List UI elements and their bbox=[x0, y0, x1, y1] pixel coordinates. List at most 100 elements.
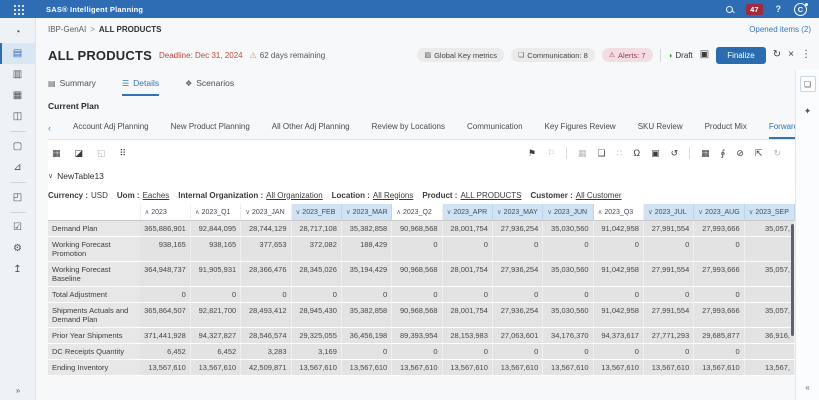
cell[interactable]: 27,991,554 bbox=[643, 303, 693, 328]
cell[interactable]: 91,042,958 bbox=[593, 221, 643, 237]
export-icon[interactable]: ⇱ bbox=[755, 149, 763, 158]
cell[interactable]: 0 bbox=[140, 287, 190, 303]
notification-badge[interactable]: 47 bbox=[746, 4, 762, 15]
cell[interactable]: 938,165 bbox=[140, 237, 190, 262]
save-icon[interactable]: ▣ bbox=[651, 149, 660, 158]
cell[interactable]: 13,567,610 bbox=[593, 360, 643, 376]
cell[interactable]: 0 bbox=[241, 287, 291, 303]
sidebar-item-document-icon[interactable]: ▥ bbox=[0, 64, 36, 85]
cell[interactable]: 0 bbox=[392, 237, 442, 262]
tag-outline-icon[interactable]: ⚐ bbox=[547, 149, 555, 158]
cell[interactable]: 188,429 bbox=[341, 237, 391, 262]
cell[interactable]: 377,653 bbox=[241, 237, 291, 262]
image-icon[interactable]: ◪ bbox=[75, 149, 84, 158]
cell[interactable]: 27,936,254 bbox=[492, 221, 542, 237]
cell[interactable]: 0 bbox=[341, 287, 391, 303]
clear-icon[interactable]: ⊘ bbox=[736, 149, 744, 158]
cell[interactable]: 0 bbox=[442, 237, 492, 262]
cell[interactable]: 36,916, bbox=[744, 328, 794, 344]
cell[interactable]: 13,567,610 bbox=[341, 360, 391, 376]
cell[interactable]: 365,864,507 bbox=[140, 303, 190, 328]
cell[interactable]: 29,685,877 bbox=[694, 328, 744, 344]
refresh-icon[interactable]: ↻ bbox=[773, 149, 781, 158]
subtab-communication[interactable]: Communication bbox=[467, 122, 523, 139]
filter-value-all-organization[interactable]: All Organization bbox=[266, 191, 322, 200]
cell[interactable]: 35,382,858 bbox=[341, 221, 391, 237]
cell[interactable]: 0 bbox=[593, 287, 643, 303]
cell[interactable]: 6,452 bbox=[140, 344, 190, 360]
sidebar-item-sheet-icon[interactable]: ▦ bbox=[0, 85, 36, 106]
cell[interactable]: 365,886,901 bbox=[140, 221, 190, 237]
cell[interactable]: 27,936,254 bbox=[492, 303, 542, 328]
filter-value-all-regions[interactable]: All Regions bbox=[373, 191, 413, 200]
draft-status[interactable]: ◑ Draft bbox=[668, 51, 693, 60]
cell[interactable]: 90,968,568 bbox=[392, 221, 442, 237]
sidebar-item-table-gear-icon[interactable]: ⚙ bbox=[0, 238, 36, 259]
cell[interactable]: 6,452 bbox=[190, 344, 240, 360]
cell[interactable]: 91,042,958 bbox=[593, 303, 643, 328]
col-header-2023[interactable]: ∧2023 bbox=[140, 204, 190, 221]
cell[interactable] bbox=[744, 237, 794, 262]
cell[interactable]: 0 bbox=[543, 237, 593, 262]
cell[interactable]: 3,169 bbox=[291, 344, 341, 360]
cell[interactable]: 0 bbox=[543, 287, 593, 303]
expand-sidebar-button[interactable]: » bbox=[0, 386, 36, 395]
help-button[interactable]: ? bbox=[776, 4, 782, 14]
cell[interactable]: 27,936,254 bbox=[492, 262, 542, 287]
cell[interactable]: 35,057, bbox=[744, 262, 794, 287]
data-table-icon[interactable]: ▦ bbox=[701, 149, 710, 158]
cell[interactable]: 28,717,108 bbox=[291, 221, 341, 237]
sidebar-item-chart-icon[interactable]: ⊿ bbox=[0, 157, 36, 178]
cell[interactable]: 35,030,560 bbox=[543, 262, 593, 287]
cell[interactable]: 0 bbox=[694, 344, 744, 360]
tag-filled-icon[interactable]: ⚑ bbox=[528, 149, 536, 158]
cell[interactable]: 13,567,610 bbox=[442, 360, 492, 376]
cell[interactable]: 0 bbox=[593, 344, 643, 360]
filter-value-all-customer[interactable]: All Customer bbox=[576, 191, 622, 200]
cell[interactable]: 27,063,601 bbox=[492, 328, 542, 344]
cell[interactable] bbox=[744, 344, 794, 360]
cell[interactable]: 90,968,568 bbox=[392, 262, 442, 287]
tab-summary[interactable]: ▤Summary bbox=[48, 78, 96, 96]
subtab-review-by-locations[interactable]: Review by Locations bbox=[372, 122, 445, 139]
search-icon[interactable] bbox=[726, 6, 733, 13]
cell[interactable]: 94,373,617 bbox=[593, 328, 643, 344]
undo-icon[interactable]: ↺ bbox=[671, 149, 679, 158]
cell[interactable]: 27,771,293 bbox=[643, 328, 693, 344]
apps-menu-button[interactable] bbox=[0, 4, 36, 15]
calendar-table-icon[interactable]: ▦ bbox=[578, 149, 587, 158]
ai-assistant-icon[interactable]: ✦ bbox=[804, 106, 812, 117]
cell[interactable]: 27,991,554 bbox=[643, 221, 693, 237]
col-header-2023_Q2[interactable]: ∧2023_Q2 bbox=[392, 204, 442, 221]
collapse-table-icon[interactable]: ∨ bbox=[48, 172, 53, 180]
cell[interactable]: 0 bbox=[392, 287, 442, 303]
cell[interactable] bbox=[744, 287, 794, 303]
avatar[interactable]: C bbox=[794, 3, 807, 16]
cell[interactable]: 13,567,610 bbox=[190, 360, 240, 376]
filter-value-eaches[interactable]: Eaches bbox=[143, 191, 170, 200]
sidebar-item-blank-doc-icon[interactable]: ▢ bbox=[0, 136, 36, 157]
cell[interactable]: 28,001,754 bbox=[442, 303, 492, 328]
cell[interactable]: 0 bbox=[694, 237, 744, 262]
cell[interactable]: 28,546,574 bbox=[241, 328, 291, 344]
cell[interactable]: 28,345,026 bbox=[291, 262, 341, 287]
filter-value-all-products[interactable]: ALL PRODUCTS bbox=[460, 191, 521, 200]
cell[interactable]: 28,001,754 bbox=[442, 262, 492, 287]
cell[interactable]: 35,057, bbox=[744, 303, 794, 328]
col-header-2023_Q3[interactable]: ∧2023_Q3 bbox=[593, 204, 643, 221]
cell[interactable]: 0 bbox=[492, 287, 542, 303]
save-view-icon[interactable]: ▣ bbox=[700, 50, 709, 60]
sidebar-item-assistant-icon[interactable]: ◔ bbox=[0, 22, 36, 43]
cell[interactable]: 28,153,983 bbox=[442, 328, 492, 344]
cell[interactable]: 0 bbox=[442, 344, 492, 360]
col-header-2023_MAR[interactable]: ∨2023_MAR bbox=[341, 204, 391, 221]
cell[interactable]: 28,001,754 bbox=[442, 221, 492, 237]
cell[interactable]: 42,509,871 bbox=[241, 360, 291, 376]
cell[interactable]: 34,176,370 bbox=[543, 328, 593, 344]
cell[interactable]: 0 bbox=[190, 287, 240, 303]
cell[interactable]: 13,567,610 bbox=[140, 360, 190, 376]
breadcrumb-parent[interactable]: IBP-GenAI bbox=[48, 25, 86, 34]
cell[interactable]: 92,844,095 bbox=[190, 221, 240, 237]
cell[interactable]: 13,567,610 bbox=[291, 360, 341, 376]
col-header-2023_Q1[interactable]: ∧2023_Q1 bbox=[190, 204, 240, 221]
